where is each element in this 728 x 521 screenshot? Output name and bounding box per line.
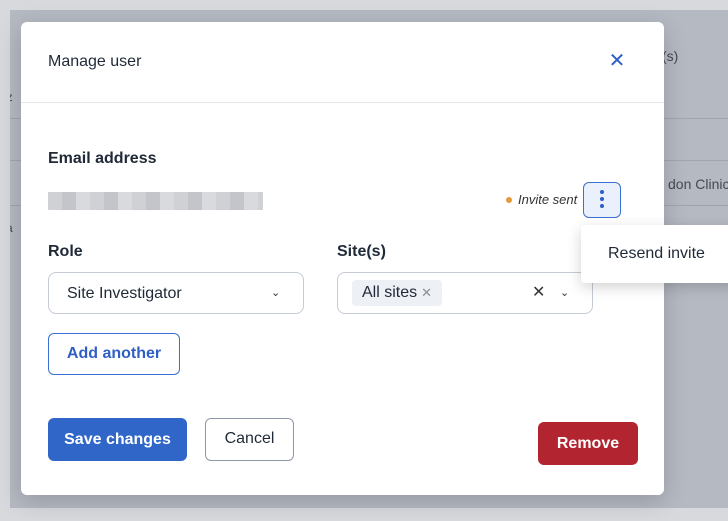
chip-remove-icon[interactable]: ✕ (421, 285, 432, 300)
menu-item-resend-invite[interactable]: Resend invite (608, 245, 705, 263)
dialog-header: Manage user ✕ (21, 22, 664, 103)
dialog-title: Manage user (48, 53, 142, 70)
status-dot-icon (506, 196, 512, 203)
more-options-button[interactable] (583, 182, 621, 218)
chevron-down-icon: ⌄ (271, 287, 281, 299)
invite-status-text: Invite sent (518, 192, 578, 207)
kebab-icon (600, 190, 604, 194)
close-icon[interactable]: ✕ (605, 49, 629, 73)
role-select[interactable]: Site Investigator ⌄ (48, 272, 304, 314)
chevron-down-icon[interactable]: ⌄ (560, 286, 569, 299)
cancel-button[interactable]: Cancel (205, 418, 294, 461)
frame-border (0, 508, 728, 521)
sites-label: Site(s) (337, 243, 386, 260)
site-chip: All sites ✕ (352, 280, 443, 306)
invite-status: Invite sent (506, 192, 577, 207)
role-select-value: Site Investigator (67, 285, 182, 302)
kebab-icon (600, 204, 604, 208)
kebab-icon (600, 197, 604, 201)
email-label: Email address (48, 150, 157, 167)
site-chip-label: All sites (362, 284, 418, 301)
options-menu: Resend invite (581, 225, 728, 283)
save-changes-button[interactable]: Save changes (48, 418, 187, 461)
clear-icon[interactable]: ✕ (532, 282, 545, 302)
email-value-redacted (48, 192, 263, 210)
add-another-button[interactable]: Add another (48, 333, 180, 375)
sites-select[interactable]: All sites ✕ ✕ ⌄ (337, 272, 593, 314)
role-label: Role (48, 243, 83, 260)
frame-border (0, 0, 10, 521)
manage-user-dialog: Manage user ✕ Email address Invite sent … (21, 22, 664, 495)
frame-border (0, 0, 728, 10)
remove-button[interactable]: Remove (538, 422, 638, 465)
